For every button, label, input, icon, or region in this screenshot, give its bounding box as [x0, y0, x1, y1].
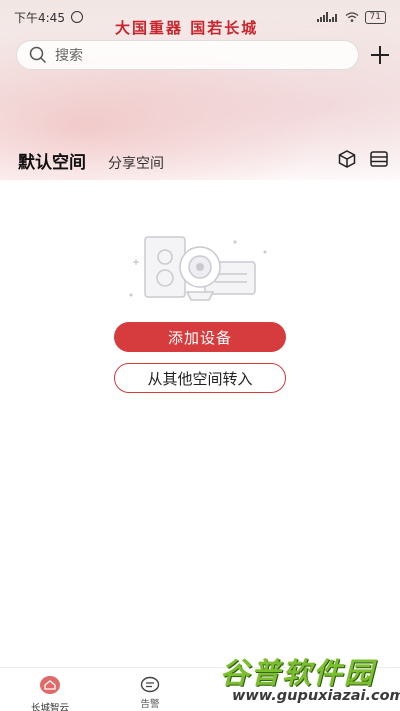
slogan-banner: 大国重器 国若长城 [115, 19, 259, 37]
search-input[interactable]: 搜索 [16, 40, 359, 70]
transfer-from-space-button[interactable]: 从其他空间转入 [114, 363, 286, 393]
nav-item-home[interactable]: 长城智云 [20, 676, 80, 711]
search-placeholder: 搜索 [55, 48, 83, 64]
watermark-url: www.gupuxiazai.com [232, 688, 400, 704]
add-device-button[interactable]: 添加设备 [114, 322, 286, 352]
tab-default-space[interactable]: 默认空间 [18, 148, 86, 173]
nav-label-alarm: 告警 [140, 699, 160, 710]
space-tabs: 默认空间 分享空间 [18, 148, 164, 173]
battery-indicator: 71 [364, 10, 386, 24]
alarm-icon [70, 11, 83, 23]
nav-label-home: 长城智云 [30, 703, 69, 711]
status-time: 下午4:45 [14, 10, 65, 25]
search-icon [29, 46, 47, 64]
watermark-title: 谷普软件园 [220, 656, 376, 690]
wifi-icon [345, 12, 358, 22]
watermark-logo: 谷普软件园 www.gupuxiazai.com [220, 650, 400, 711]
tab-shared-space[interactable]: 分享空间 [108, 153, 164, 173]
list-icon[interactable] [369, 149, 389, 169]
chat-icon [140, 676, 160, 693]
status-indicators: 71 [316, 10, 386, 24]
devices-illustration [129, 236, 267, 301]
cube-icon[interactable] [337, 149, 357, 169]
nav-item-alarm[interactable]: 告警 [120, 676, 180, 710]
home-icon [40, 676, 60, 694]
signal-icon [316, 12, 337, 22]
plus-icon[interactable] [366, 41, 394, 69]
